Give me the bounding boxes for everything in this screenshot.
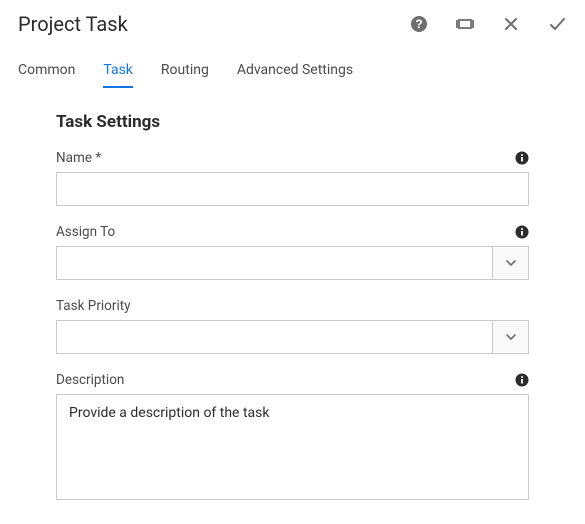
priority-combobox[interactable]	[56, 320, 529, 354]
tab-task[interactable]: Task	[103, 62, 133, 88]
tab-advanced[interactable]: Advanced Settings	[237, 62, 353, 88]
field-name-label-row: Name *	[56, 150, 529, 166]
info-icon[interactable]	[515, 151, 529, 165]
dialog-title: Project Task	[18, 12, 128, 36]
confirm-icon[interactable]	[547, 14, 567, 34]
help-icon[interactable]: ?	[409, 14, 429, 34]
assign-to-dropdown-button[interactable]	[492, 247, 528, 279]
priority-input[interactable]	[57, 321, 492, 353]
tab-common[interactable]: Common	[18, 62, 75, 88]
field-description: Description	[56, 372, 529, 504]
assign-to-label: Assign To	[56, 224, 115, 240]
svg-text:?: ?	[415, 17, 422, 31]
fullscreen-icon[interactable]	[455, 14, 475, 34]
close-icon[interactable]	[501, 14, 521, 34]
header-actions: ?	[409, 14, 567, 34]
priority-label: Task Priority	[56, 298, 131, 314]
info-icon[interactable]	[515, 225, 529, 239]
description-label: Description	[56, 372, 124, 388]
task-settings-section: Task Settings Name * Assign To Task Prio…	[0, 88, 585, 504]
field-assign-label-row: Assign To	[56, 224, 529, 240]
field-assign-to: Assign To	[56, 224, 529, 280]
assign-to-combobox[interactable]	[56, 246, 529, 280]
field-name: Name *	[56, 150, 529, 206]
dialog-header: Project Task ?	[0, 0, 585, 44]
field-description-label-row: Description	[56, 372, 529, 388]
chevron-down-icon	[506, 332, 516, 342]
assign-to-input[interactable]	[57, 247, 492, 279]
field-priority: Task Priority	[56, 298, 529, 354]
field-priority-label-row: Task Priority	[56, 298, 529, 314]
chevron-down-icon	[506, 258, 516, 268]
priority-dropdown-button[interactable]	[492, 321, 528, 353]
info-icon[interactable]	[515, 373, 529, 387]
tab-routing[interactable]: Routing	[161, 62, 209, 88]
name-label: Name *	[56, 150, 101, 166]
section-title: Task Settings	[56, 112, 529, 132]
description-textarea[interactable]	[56, 394, 529, 500]
tab-bar: Common Task Routing Advanced Settings	[0, 44, 585, 88]
name-input[interactable]	[56, 172, 529, 206]
